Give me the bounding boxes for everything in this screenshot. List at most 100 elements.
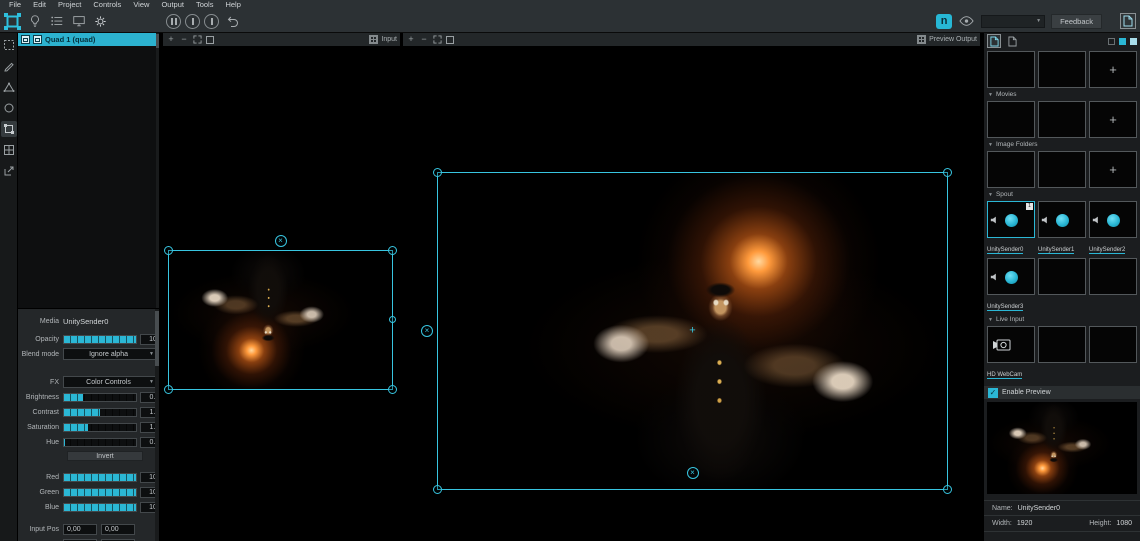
zoom-in-button[interactable]: + (406, 34, 416, 46)
light-toggle-icon[interactable] (1130, 38, 1137, 45)
export-tool-icon[interactable] (1, 163, 17, 179)
input-pos-y-field[interactable]: 0,00 (101, 524, 135, 535)
add-movie-button[interactable]: + (1089, 101, 1137, 138)
saturation-slider[interactable] (63, 423, 137, 432)
frame-view-icon[interactable] (205, 34, 215, 46)
live-input-item[interactable]: HD WebCam (987, 326, 1035, 381)
corner-handle[interactable] (943, 168, 952, 177)
lamp-icon[interactable] (26, 13, 43, 30)
red-slider[interactable] (63, 473, 137, 482)
enable-preview-checkbox[interactable]: ✓ (988, 388, 998, 398)
library-tab-icon[interactable] (1005, 34, 1019, 48)
menu-output[interactable]: Output (155, 0, 190, 10)
spout-item[interactable]: UnitySender3 (987, 258, 1035, 313)
zoom-out-button[interactable]: − (419, 34, 429, 46)
mesh-warp-tool-icon[interactable] (1, 142, 17, 158)
add-image-folder-button[interactable]: + (1089, 151, 1137, 188)
menu-file[interactable]: File (3, 0, 27, 10)
corner-handle[interactable] (388, 246, 397, 255)
pen-tool-icon[interactable] (1, 58, 17, 74)
empty-media-slot[interactable] (1089, 326, 1137, 363)
step-back-button[interactable] (185, 14, 200, 29)
menu-controls[interactable]: Controls (87, 0, 127, 10)
spout-item[interactable]: 1 UnitySender0 (987, 201, 1035, 256)
contrast-slider[interactable] (63, 408, 137, 417)
empty-media-slot[interactable] (1038, 101, 1086, 138)
input-canvas[interactable]: × (163, 47, 400, 541)
add-media-button[interactable]: + (1089, 51, 1137, 88)
spout-thumbnail[interactable] (987, 258, 1035, 295)
enable-preview-row[interactable]: ✓ Enable Preview (984, 386, 1140, 399)
layer-output-icon[interactable] (21, 35, 30, 44)
corner-handle[interactable] (164, 385, 173, 394)
edge-handle[interactable] (389, 316, 396, 323)
layer-list-scrollbar[interactable] (156, 33, 159, 308)
fx-select[interactable]: Color Controls ▼ (63, 376, 159, 388)
properties-scrollbar[interactable] (155, 309, 159, 541)
empty-media-slot[interactable] (987, 151, 1035, 188)
webcam-thumbnail[interactable] (987, 326, 1035, 363)
monitor-select[interactable]: ▼ (981, 15, 1045, 28)
circle-tool-icon[interactable] (1, 100, 17, 116)
corner-handle[interactable] (433, 168, 442, 177)
layer-row-selected[interactable]: Quad 1 (quad) (18, 33, 159, 46)
empty-media-slot[interactable] (1038, 326, 1086, 363)
preview-selection-quad[interactable]: × × + (437, 172, 948, 490)
menu-project[interactable]: Project (52, 0, 87, 10)
anchor-handle-icon[interactable]: × (275, 235, 287, 247)
empty-media-slot[interactable] (1038, 151, 1086, 188)
corner-handle[interactable] (164, 246, 173, 255)
hue-slider[interactable] (63, 438, 137, 447)
empty-media-slot[interactable] (987, 101, 1035, 138)
spout-item[interactable]: UnitySender2 (1089, 201, 1137, 256)
grid-toggle-icon[interactable] (917, 35, 926, 44)
step-forward-button[interactable] (204, 14, 219, 29)
spout-item[interactable]: UnitySender1 (1038, 201, 1086, 256)
marquee-select-tool-icon[interactable] (1, 37, 17, 53)
preview-canvas[interactable]: × × + (403, 47, 980, 541)
layout-toggle-icon[interactable] (1108, 38, 1115, 45)
opacity-slider[interactable] (63, 335, 137, 344)
zoom-in-button[interactable]: + (166, 34, 176, 46)
empty-media-slot[interactable] (1038, 258, 1086, 295)
spout-section-header[interactable]: ▼ Spout (988, 191, 1136, 198)
empty-media-slot[interactable] (1038, 51, 1086, 88)
feedback-button[interactable]: Feedback (1051, 14, 1102, 29)
app-logo-icon[interactable] (4, 13, 21, 30)
corner-handle[interactable] (433, 485, 442, 494)
panel-toggle-icon[interactable] (1120, 13, 1136, 29)
brightness-slider[interactable] (63, 393, 137, 402)
eye-icon[interactable] (958, 13, 975, 30)
accent-toggle-icon[interactable] (1119, 38, 1126, 45)
green-slider[interactable] (63, 488, 137, 497)
spout-thumbnail[interactable] (1038, 201, 1086, 238)
menu-help[interactable]: Help (219, 0, 246, 10)
invert-button[interactable]: Invert (67, 451, 143, 461)
anchor-handle-icon[interactable]: × (421, 325, 433, 337)
fit-view-icon[interactable] (192, 34, 202, 46)
corner-handle[interactable] (943, 485, 952, 494)
transform-tool-icon[interactable] (1, 121, 17, 137)
empty-media-slot[interactable] (987, 51, 1035, 88)
display-icon[interactable] (70, 13, 87, 30)
blue-slider[interactable] (63, 503, 137, 512)
spout-thumbnail-selected[interactable]: 1 (987, 201, 1035, 238)
menu-tools[interactable]: Tools (190, 0, 220, 10)
image-folders-section-header[interactable]: ▼ Image Folders (988, 141, 1136, 148)
layer-list-panel[interactable]: Quad 1 (quad) (18, 33, 160, 308)
live-input-section-header[interactable]: ▼ Live Input (988, 316, 1136, 323)
pause-button[interactable] (166, 14, 181, 29)
fit-view-icon[interactable] (432, 34, 442, 46)
menu-view[interactable]: View (127, 0, 155, 10)
ndi-logo[interactable]: n (936, 14, 952, 29)
bezier-shape-tool-icon[interactable] (1, 79, 17, 95)
gear-icon[interactable] (92, 13, 109, 30)
layer-visibility-icon[interactable] (33, 35, 42, 44)
input-pos-x-field[interactable]: 0,00 (63, 524, 97, 535)
anchor-handle-icon[interactable]: × (687, 467, 699, 479)
menu-edit[interactable]: Edit (27, 0, 52, 10)
empty-media-slot[interactable] (1089, 258, 1137, 295)
list-icon[interactable] (48, 13, 65, 30)
grid-toggle-icon[interactable] (369, 35, 378, 44)
spout-thumbnail[interactable] (1089, 201, 1137, 238)
